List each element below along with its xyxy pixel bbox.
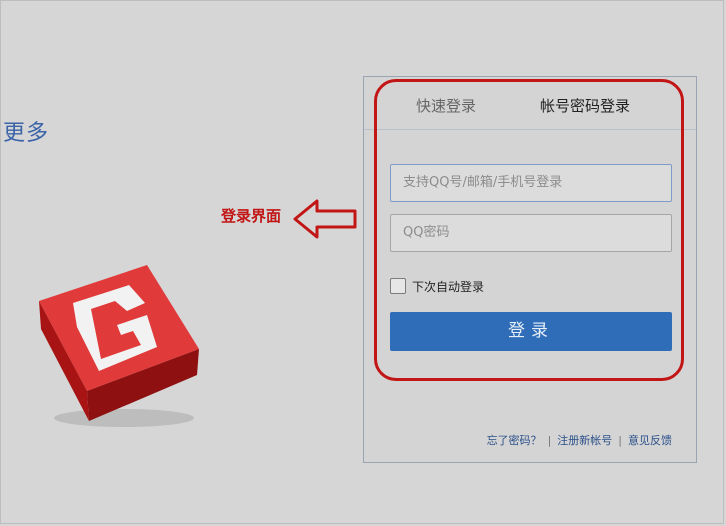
login-button[interactable]: 登录	[390, 312, 672, 351]
tab-quick-login[interactable]: 快速登录	[416, 95, 476, 116]
remember-me: 下次自动登录	[390, 277, 484, 295]
password-input[interactable]: QQ密码	[390, 214, 672, 252]
username-input[interactable]: 支持QQ号/邮箱/手机号登录	[390, 164, 672, 202]
more-text: 更多	[3, 121, 50, 146]
page-frame: 更多 登录界面 快速登录 帐号密码登录 支持QQ号/邮箱/手机号登录 QQ密码 …	[0, 0, 724, 524]
feedback-link[interactable]: 意见反馈	[628, 432, 672, 448]
register-link[interactable]: 注册新帐号	[557, 432, 612, 448]
annotation-label: 登录界面	[221, 207, 282, 225]
g-cube-logo-icon	[29, 263, 209, 437]
footer-links: 忘了密码？ | 注册新帐号 | 意见反馈	[487, 432, 672, 448]
forgot-password-link[interactable]: 忘了密码？	[487, 432, 542, 448]
remember-label: 下次自动登录	[412, 279, 485, 294]
tab-account-password-login[interactable]: 帐号密码登录	[540, 95, 630, 116]
remember-checkbox[interactable]	[390, 278, 406, 294]
login-tabs: 快速登录 帐号密码登录	[364, 77, 696, 130]
separator: |	[547, 433, 552, 447]
separator: |	[618, 433, 622, 447]
login-panel: 快速登录 帐号密码登录 支持QQ号/邮箱/手机号登录 QQ密码 下次自动登录 登…	[363, 76, 697, 463]
left-arrow-icon	[291, 197, 361, 245]
